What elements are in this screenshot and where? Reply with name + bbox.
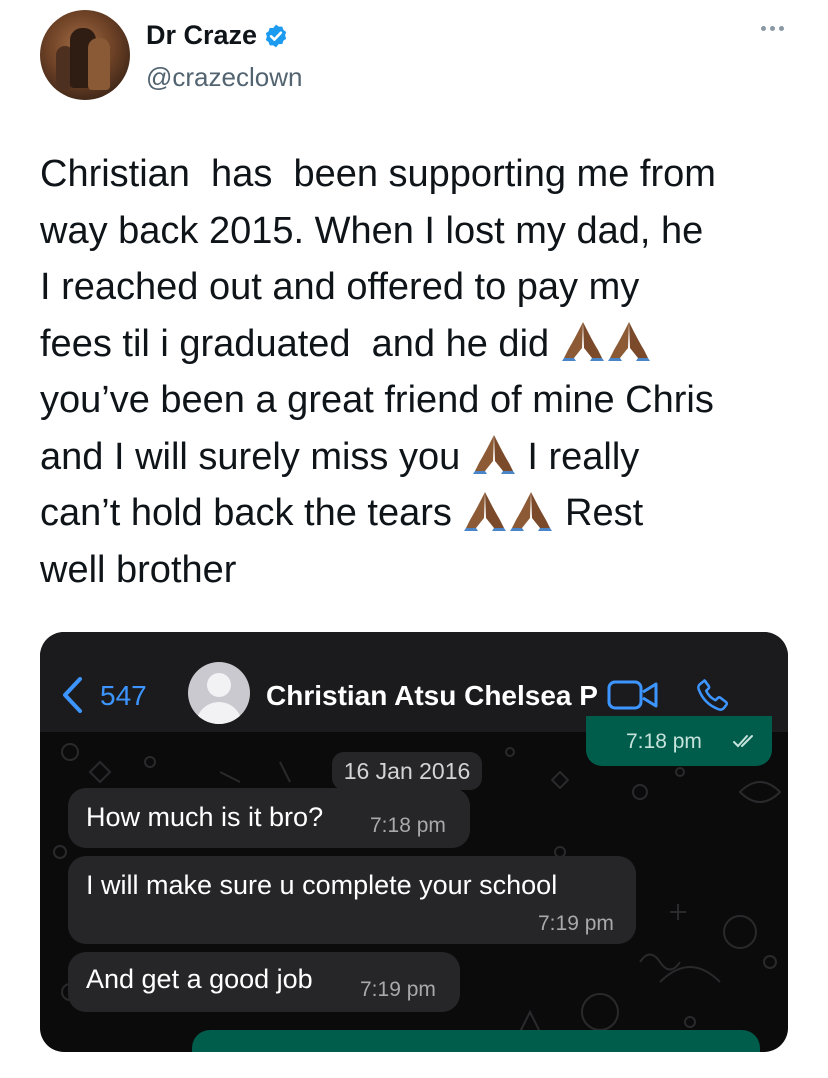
tweet-line-text: and I will surely miss you xyxy=(40,435,471,478)
incoming-message[interactable]: I will make sure u complete your school … xyxy=(68,856,636,944)
message-text: And get a good job xyxy=(86,964,313,994)
tweet-line: way back 2015. When I lost my dad, he xyxy=(40,209,704,252)
tweet-line: Christian has been supporting me from xyxy=(40,153,716,195)
contact-name[interactable]: Christian Atsu Chelsea P xyxy=(266,680,598,712)
contact-avatar[interactable] xyxy=(188,662,250,724)
pray-emoji-icon xyxy=(508,491,554,534)
message-time: 7:19 pm xyxy=(360,978,436,1001)
message-time: 7:19 pm xyxy=(538,912,614,935)
verified-badge-icon xyxy=(265,24,287,47)
author-display-name[interactable]: Dr Craze xyxy=(146,20,257,51)
message-text: I will make sure u complete your school xyxy=(86,870,558,900)
incoming-message[interactable]: How much is it bro? 7:18 pm xyxy=(68,788,470,848)
pray-emoji-icon xyxy=(606,322,652,365)
chat-screenshot[interactable]: 547 Christian Atsu Chelsea P 7:18 pm 16 … xyxy=(40,632,788,1052)
tweet-text: Christian has been supporting me from wa… xyxy=(40,146,800,598)
pray-emoji-icon xyxy=(471,435,517,478)
author-name-row[interactable]: Dr Craze xyxy=(146,20,289,51)
tweet-line-text: fees til i graduated and he did xyxy=(40,322,560,365)
outgoing-message[interactable]: 7:18 pm xyxy=(586,716,772,766)
pray-emoji-icon xyxy=(560,322,606,365)
tweet-line-text: I really xyxy=(516,435,640,478)
author-handle[interactable]: @crazeclown xyxy=(146,62,302,93)
back-chevron-icon[interactable] xyxy=(60,676,84,714)
unread-count[interactable]: 547 xyxy=(100,680,147,712)
date-chip: 16 Jan 2016 xyxy=(332,752,482,790)
incoming-message[interactable]: And get a good job 7:19 pm xyxy=(68,952,460,1012)
pray-emoji-icon xyxy=(462,491,508,534)
author-avatar[interactable] xyxy=(40,10,130,100)
message-text: How much is it bro? xyxy=(86,802,324,832)
outgoing-message-cutoff[interactable] xyxy=(192,1030,760,1052)
phone-call-icon[interactable] xyxy=(694,676,732,714)
tweet-line: fees til i graduated and he did xyxy=(40,316,800,373)
tweet-header: Dr Craze @crazeclown xyxy=(40,10,790,102)
tweet-line: can’t hold back the tears Rest xyxy=(40,485,800,542)
tweet-line-text: can’t hold back the tears xyxy=(40,492,463,534)
message-time: 7:18 pm xyxy=(370,814,446,837)
tweet-line: well brother xyxy=(40,548,237,591)
tweet-line: and I will surely miss you I really xyxy=(40,429,800,486)
read-ticks-icon xyxy=(733,735,753,748)
tweet-line: you’ve been a great friend of mine Chris xyxy=(40,379,714,421)
tweet-line-text: Rest xyxy=(554,492,644,534)
more-options-icon[interactable] xyxy=(761,26,784,31)
tweet-line: I reached out and offered to pay my xyxy=(40,266,640,308)
video-call-icon[interactable] xyxy=(606,678,660,712)
message-time: 7:18 pm xyxy=(626,730,702,753)
